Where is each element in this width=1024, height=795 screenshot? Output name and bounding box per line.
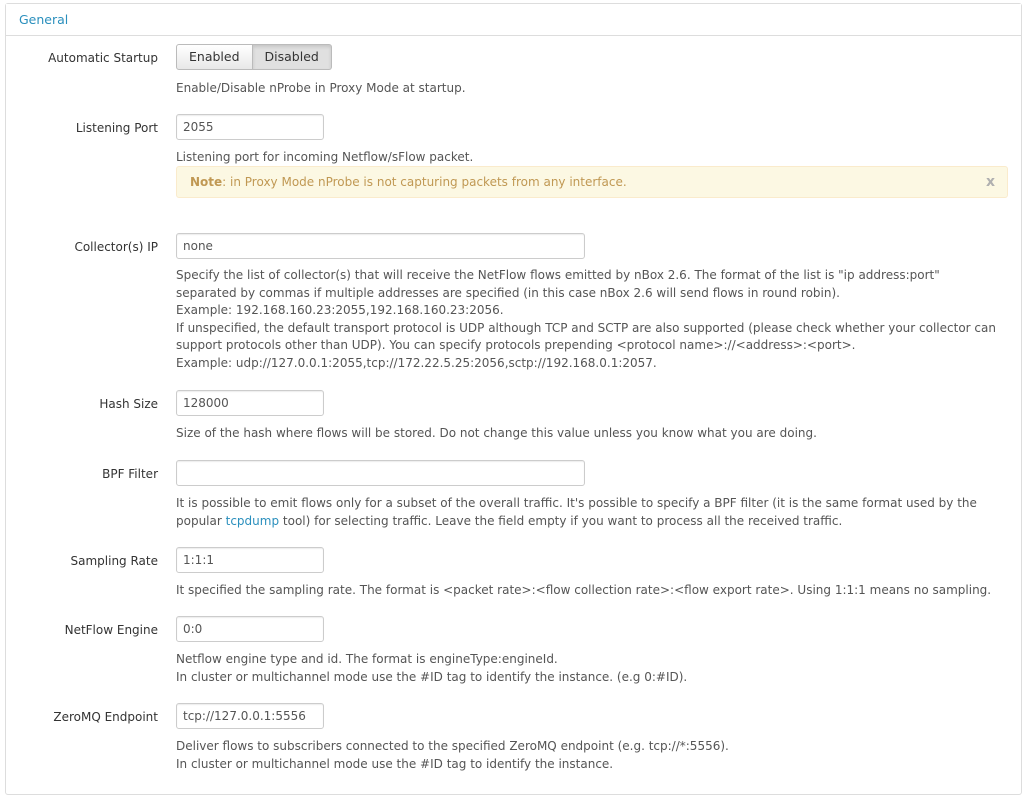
bpf-help-pre: popular <box>176 513 226 528</box>
bpf-filter-label: BPF Filter <box>102 467 158 481</box>
zeromq-label: ZeroMQ Endpoint <box>53 710 158 724</box>
netflow-engine-help: Netflow engine type and id. The format i… <box>176 651 1016 686</box>
sampling-rate-label: Sampling Rate <box>70 554 159 568</box>
close-icon[interactable]: x <box>986 167 995 197</box>
bpf-help-post: tool) for selecting traffic. Leave the f… <box>279 513 843 528</box>
netflow-engine-input[interactable] <box>176 616 324 642</box>
bpf-filter-help-line: popular tcpdump tool) for selecting traf… <box>176 513 1016 531</box>
sampling-rate-input[interactable] <box>176 547 324 573</box>
collectors-help-line: If unspecified, the default transport pr… <box>176 320 996 335</box>
bpf-filter-input[interactable] <box>176 460 585 486</box>
bpf-filter-help-line: It is possible to emit flows only for a … <box>176 496 977 510</box>
zeromq-help-line: In cluster or multichannel mode use the … <box>176 756 614 771</box>
collectors-input[interactable] <box>176 233 585 259</box>
note-label: Note <box>190 175 223 189</box>
listening-port-label: Listening Port <box>75 121 158 135</box>
zeromq-help-line: Deliver flows to subscribers connected t… <box>176 739 729 753</box>
collectors-help: Specify the list of collector(s) that wi… <box>176 267 1016 372</box>
hash-size-input[interactable] <box>176 390 324 416</box>
zeromq-help: Deliver flows to subscribers connected t… <box>176 738 1016 773</box>
netflow-engine-help-line: Netflow engine type and id. The format i… <box>176 652 558 666</box>
hash-size-help: Size of the hash where flows will be sto… <box>176 426 817 440</box>
note-text: : in Proxy Mode nProbe is not capturing … <box>222 175 627 189</box>
listening-port-help: Listening port for incoming Netflow/sFlo… <box>176 150 474 164</box>
collectors-label: Collector(s) IP <box>74 240 158 254</box>
automatic-startup-toggle: Enabled Disabled <box>176 44 332 70</box>
collectors-help-line: Example: 192.168.160.23:2055,192.168.160… <box>176 303 504 317</box>
collectors-help-line: support protocols other than UDP). You c… <box>176 338 856 352</box>
listening-port-input[interactable] <box>176 114 324 140</box>
panel-title: General <box>6 4 1021 36</box>
hash-size-label: Hash Size <box>99 397 158 411</box>
zeromq-input[interactable] <box>176 703 324 729</box>
collectors-help-line: Specify the list of collector(s) that wi… <box>176 268 940 282</box>
netflow-engine-label: NetFlow Engine <box>64 623 158 637</box>
collectors-help-line: separated by commas if multiple addresse… <box>176 285 840 300</box>
enabled-button[interactable]: Enabled <box>176 44 253 70</box>
automatic-startup-label: Automatic Startup <box>48 51 158 65</box>
netflow-engine-help-line: In cluster or multichannel mode use the … <box>176 669 688 684</box>
bpf-filter-help: It is possible to emit flows only for a … <box>176 495 1016 530</box>
general-panel: General Automatic Startup Enabled Disabl… <box>5 3 1022 795</box>
tcpdump-link[interactable]: tcpdump <box>226 514 279 528</box>
automatic-startup-help: Enable/Disable nProbe in Proxy Mode at s… <box>176 81 466 95</box>
proxy-mode-note: Note: in Proxy Mode nProbe is not captur… <box>176 166 1008 198</box>
sampling-rate-help: It specified the sampling rate. The form… <box>176 583 992 597</box>
collectors-help-line: Example: udp://127.0.0.1:2055,tcp://172.… <box>176 355 657 370</box>
disabled-button[interactable]: Disabled <box>252 44 332 70</box>
